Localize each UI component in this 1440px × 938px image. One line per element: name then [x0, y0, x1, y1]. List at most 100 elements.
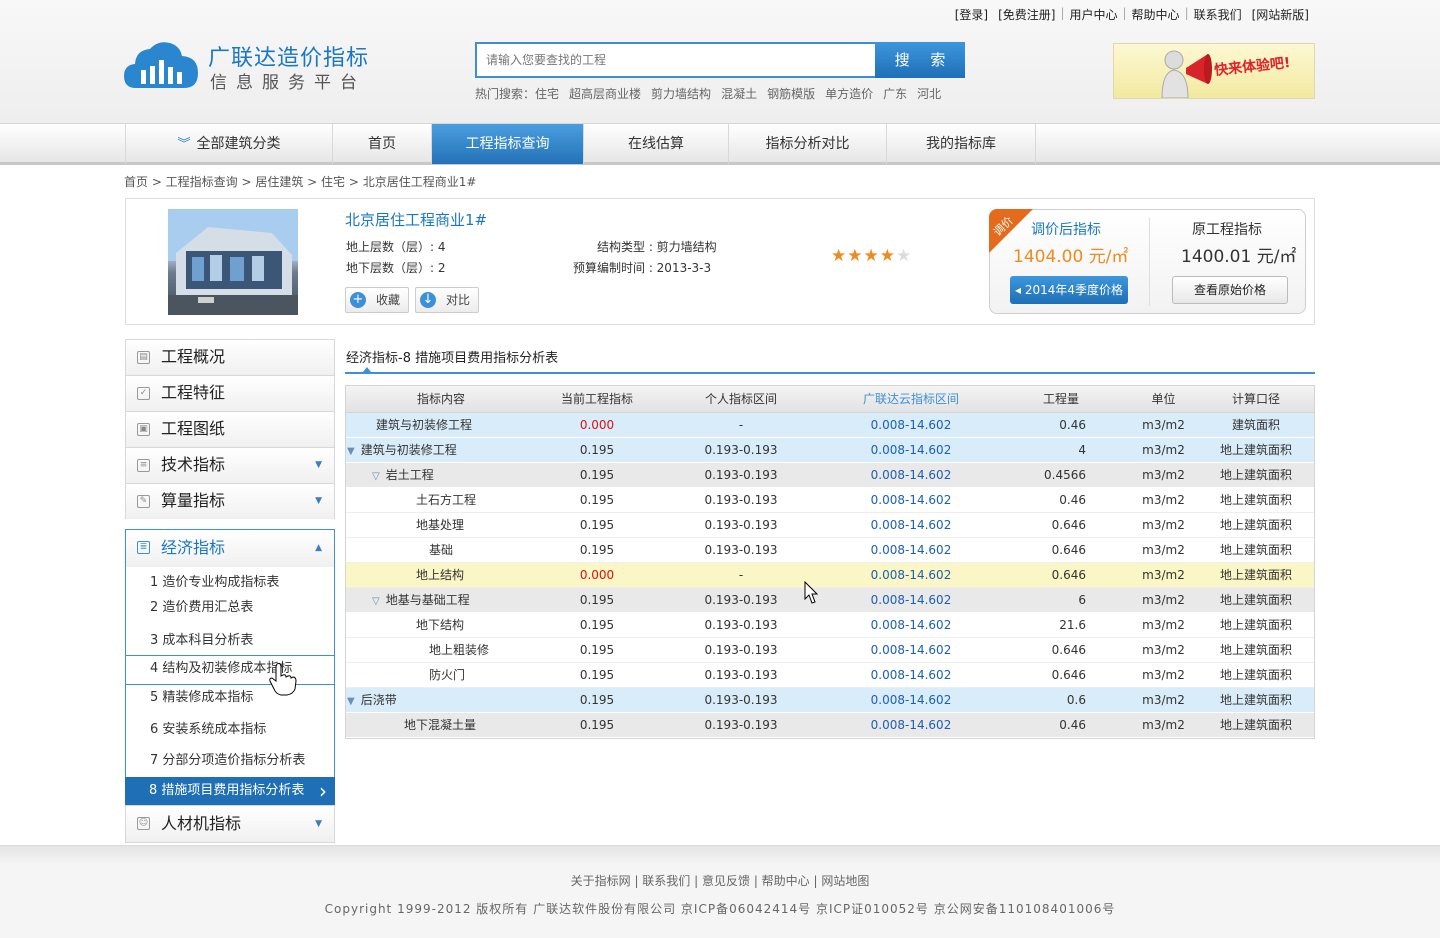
new-site-link[interactable]: [网站新版] [1247, 6, 1314, 23]
breadcrumb[interactable]: 首页 > 工程指标查询 > 居住建筑 > 住宅 > 北京居住工程商业1# [124, 173, 476, 190]
submenu-item-active[interactable]: 8 措施项目费用指标分析表 › [125, 777, 335, 805]
table-row[interactable]: 基础 0.195 0.193-0.193 0.008-14.602 0.646 m3/m2… [346, 538, 1314, 563]
collect-button[interactable]: + 收藏 [345, 287, 410, 313]
submenu-item[interactable]: 1 造价专业构成指标表 [126, 567, 334, 595]
promo-banner[interactable]: 快来体验吧! [1113, 43, 1315, 99]
sidebar-item-technical[interactable]: ≡ 技术指标 ▼ [125, 447, 335, 483]
user-center-link[interactable]: 用户中心 [1064, 6, 1122, 23]
login-link[interactable]: [登录] [950, 6, 993, 23]
expand-triangle-icon[interactable]: ▼ [347, 690, 355, 714]
sidebar-item-drawings[interactable]: ▣ 工程图纸 [125, 411, 335, 447]
sidebar-item-overview[interactable]: ▤ 工程概况 [125, 339, 335, 375]
footer-link[interactable]: 意见反馈 [702, 874, 750, 888]
submenu-item[interactable]: 5 精装修成本指标 [126, 685, 334, 715]
logo[interactable]: 广联达造价指标 信息服务平台 [124, 40, 374, 93]
hot-search-item[interactable]: 钢筋模版 [767, 85, 815, 102]
search-button[interactable]: 搜 索 [875, 42, 965, 78]
floors-below: 地下层数（层）: 2 [346, 261, 446, 275]
cell-unit: m3/m2 [1142, 543, 1185, 557]
logo-subtitle: 信息服务平台 [210, 73, 366, 93]
table-row[interactable]: 防火门 0.195 0.193-0.193 0.008-14.602 0.646 m3/m… [346, 663, 1314, 688]
cell-cloud: 0.008-14.602 [870, 518, 952, 532]
cell-cloud: 0.008-14.602 [870, 493, 952, 507]
expand-triangle-icon[interactable]: ▼ [347, 440, 355, 464]
row-name: 地上粗装修 [429, 643, 490, 657]
season-price-button[interactable]: ◂ 2014年4季度价格 [1010, 276, 1128, 304]
footer-link[interactable]: 网站地图 [821, 874, 869, 888]
collapse-triangle-icon[interactable]: ▽ [372, 465, 380, 489]
cell-qty: 0.46 [1059, 493, 1086, 507]
cell-personal: 0.193-0.193 [704, 718, 778, 732]
cell-personal: 0.193-0.193 [704, 493, 778, 507]
compare-button[interactable]: ↓ 对比 [415, 287, 480, 313]
header: [登录] [免费注册] | 用户中心 | 帮助中心 | 联系我们 [网站新版] … [0, 0, 1440, 123]
sidebar-item-labor-material[interactable]: ☺ 人材机指标 ▼ [125, 805, 335, 843]
table-row[interactable]: ▼ 后浇带 0.195 0.193-0.193 0.008-14.602 0.6 m3/m2… [346, 688, 1314, 713]
hot-search-item[interactable]: 住宅 [535, 85, 559, 102]
cell-cur: 0.195 [579, 693, 615, 707]
cell-cur: 0.195 [579, 493, 615, 507]
submenu-item[interactable]: 4 结构及初装修成本指标 [125, 655, 335, 685]
top-links: [登录] [免费注册] | 用户中心 | 帮助中心 | 联系我们 [网站新版] [950, 6, 1314, 23]
view-original-price-button[interactable]: 查看原始价格 [1172, 276, 1288, 304]
contact-us-link[interactable]: 联系我们 [1189, 6, 1247, 23]
row-name: 后浇带 [360, 693, 397, 707]
footer-link[interactable]: 帮助中心 [762, 874, 810, 888]
collapse-triangle-icon[interactable]: ▽ [372, 590, 380, 614]
nav-home[interactable]: 首页 [333, 124, 432, 164]
table-row[interactable]: 地基处理 0.195 0.193-0.193 0.008-14.602 0.646 m3/… [346, 513, 1314, 538]
footer-link[interactable]: 联系我们 [642, 874, 690, 888]
submenu-item[interactable]: 7 分部分项造价指标分析表 [126, 745, 334, 777]
table-row[interactable]: ▽ 岩土工程 0.195 0.193-0.193 0.008-14.602 0.4566 m… [346, 463, 1314, 488]
footer-link[interactable]: 关于指标网 [571, 874, 631, 888]
cell-qty: 0.46 [1059, 418, 1086, 432]
nav-my-library[interactable]: 我的指标库 [887, 124, 1036, 164]
hot-search-item[interactable]: 混凝土 [721, 85, 757, 102]
help-center-link[interactable]: 帮助中心 [1127, 6, 1185, 23]
down-arrow-icon: ↓ [420, 292, 436, 308]
search-input[interactable] [475, 42, 877, 78]
row-name-cell: 基础 [346, 538, 536, 562]
table-row[interactable]: 建筑与初装修工程 0.000 - 0.008-14.602 0.46 m3/m2 建筑面积 [346, 413, 1314, 438]
hot-search-item[interactable]: 广东 [883, 85, 907, 102]
hot-search-item[interactable]: 剪力墙结构 [651, 85, 711, 102]
all-categories-label: 全部建筑分类 [196, 136, 281, 152]
cell-basis: 地上建筑面积 [1219, 518, 1292, 532]
cell-cloud: 0.008-14.602 [870, 693, 952, 707]
cell-cur: 0.195 [579, 518, 615, 532]
table-row[interactable]: ▼ 建筑与初装修工程 0.195 0.193-0.193 0.008-14.602 4 m3… [346, 438, 1314, 463]
table-row[interactable]: 地下混凝土量 0.195 0.193-0.193 0.008-14.602 0.46 m3… [346, 713, 1314, 738]
submenu-item[interactable]: 3 成本科目分析表 [126, 623, 334, 655]
submenu-item[interactable]: 2 造价费用汇总表 [126, 595, 334, 623]
person-icon: ☺ [137, 817, 150, 830]
cell-unit: m3/m2 [1142, 468, 1185, 482]
table-row[interactable]: ▽ 地基与基础工程 0.195 0.193-0.193 0.008-14.602 6 m3/… [346, 588, 1314, 613]
project-name[interactable]: 北京居住工程商业1# [345, 209, 487, 230]
sidebar-item-features[interactable]: ✓ 工程特征 [125, 375, 335, 411]
hot-search-item[interactable]: 超高层商业楼 [569, 85, 641, 102]
hot-search-item[interactable]: 单方造价 [825, 85, 873, 102]
sidebar-item-quantity[interactable]: ✎ 算量指标 ▼ [125, 483, 335, 519]
nav-analysis-compare[interactable]: 指标分析对比 [729, 124, 887, 164]
cell-personal: 0.193-0.193 [704, 593, 778, 607]
table-row[interactable]: 地上结构 0.000 - 0.008-14.602 0.646 m3/m2 地上建筑面积 [346, 563, 1314, 588]
register-link[interactable]: [免费注册] [993, 6, 1060, 23]
sidebar-item-label: 算量指标 [161, 491, 226, 510]
submenu-item[interactable]: 6 安装系统成本指标 [126, 715, 334, 745]
all-categories-menu[interactable]: ︾ 全部建筑分类 [125, 124, 333, 164]
sidebar-item-economic[interactable]: ≣ 经济指标 ▲ [125, 529, 335, 567]
nav-online-estimate[interactable]: 在线估算 [584, 124, 729, 164]
col-header: 个人指标区间 [704, 392, 777, 406]
chevron-down-icon: ▼ [315, 496, 322, 506]
table-row[interactable]: 地下结构 0.195 0.193-0.193 0.008-14.602 21.6 m3/m… [346, 613, 1314, 638]
row-name: 地下结构 [416, 618, 465, 632]
table-row[interactable]: 土石方工程 0.195 0.193-0.193 0.008-14.602 0.46 m3/… [346, 488, 1314, 513]
cell-cur: 0.195 [579, 643, 615, 657]
table-row[interactable]: 地上粗装修 0.195 0.193-0.193 0.008-14.602 0.646 m3… [346, 638, 1314, 663]
row-name-cell: 地上粗装修 [346, 638, 536, 662]
hot-search-item[interactable]: 河北 [917, 85, 941, 102]
star-filled-icon: ★ [847, 246, 864, 266]
cell-unit: m3/m2 [1142, 668, 1185, 682]
cell-personal: 0.193-0.193 [704, 543, 778, 557]
nav-index-query[interactable]: 工程指标查询 [432, 124, 584, 164]
